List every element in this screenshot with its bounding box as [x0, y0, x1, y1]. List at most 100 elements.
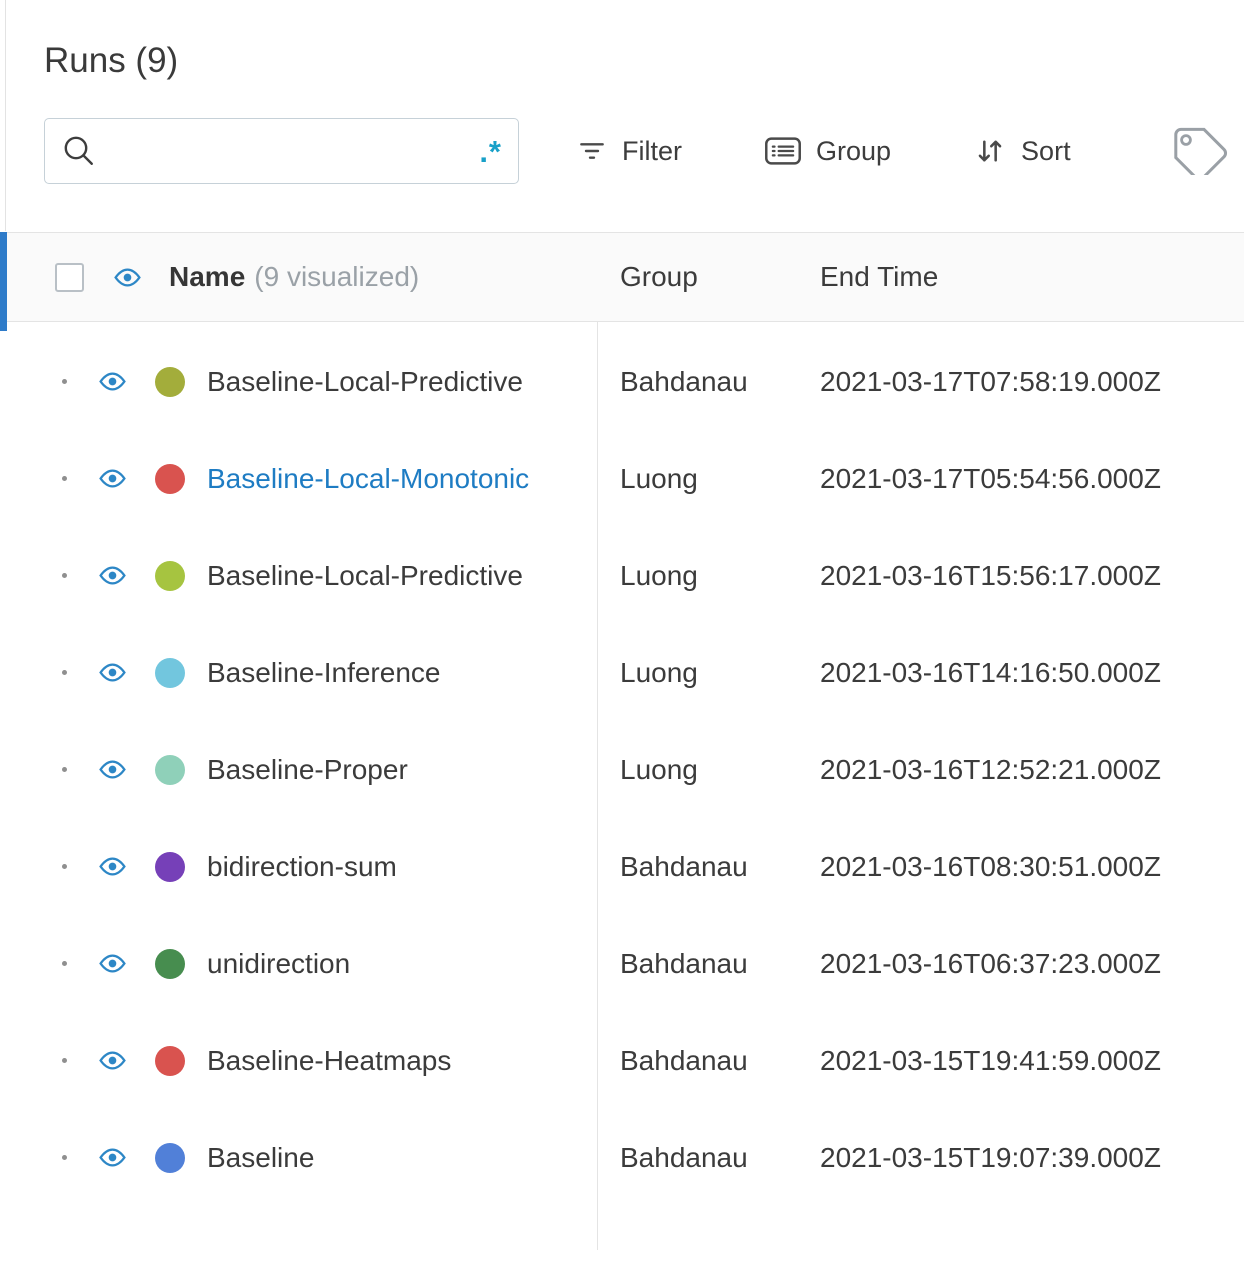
- drag-handle-dot[interactable]: [62, 1058, 67, 1063]
- run-color-dot: [155, 948, 185, 979]
- filter-button-label: Filter: [622, 135, 682, 166]
- run-group-cell: Bahdanau: [620, 850, 748, 882]
- group-button-label: Group: [816, 135, 892, 166]
- run-name-link[interactable]: bidirection-sum: [207, 851, 397, 883]
- run-name-cell: unidirection: [0, 915, 597, 1012]
- drag-handle-dot[interactable]: [62, 379, 67, 384]
- filter-button[interactable]: Filter: [576, 135, 682, 167]
- group-column-header[interactable]: Group: [597, 261, 795, 293]
- run-name-cell: Baseline-Inference: [0, 624, 597, 721]
- visibility-eye-icon[interactable]: [96, 950, 129, 977]
- run-end-time-cell: 2021-03-16T14:16:50.000Z: [820, 656, 1161, 688]
- run-name-link[interactable]: Baseline-Local-Monotonic: [207, 463, 529, 495]
- visibility-all-eye-icon[interactable]: [111, 264, 144, 291]
- run-group-cell: Bahdanau: [620, 947, 748, 979]
- group-list-icon: [764, 135, 802, 167]
- controls-row: .* Filter Group Sort: [44, 118, 1244, 184]
- run-name-link[interactable]: Baseline: [207, 1142, 314, 1174]
- run-end-time-cell: 2021-03-16T15:56:17.000Z: [820, 559, 1161, 591]
- table-row[interactable]: Baseline-Local-Monotonic Luong 2021-03-1…: [0, 430, 1244, 527]
- table-row[interactable]: Baseline-Proper Luong 2021-03-16T12:52:2…: [0, 721, 1244, 818]
- column-divider[interactable]: [597, 232, 598, 1250]
- filter-icon: [576, 135, 608, 167]
- run-color-dot: [155, 754, 185, 785]
- run-name-cell: Baseline-Local-Predictive: [0, 333, 597, 430]
- visibility-eye-icon[interactable]: [96, 562, 129, 589]
- sort-button-label: Sort: [1021, 135, 1071, 166]
- run-name-cell: Baseline-Local-Monotonic: [0, 430, 597, 527]
- table-row[interactable]: Baseline-Local-Predictive Bahdanau 2021-…: [0, 333, 1244, 430]
- run-color-dot: [155, 366, 185, 397]
- run-color-dot: [155, 1142, 185, 1173]
- visibility-eye-icon[interactable]: [96, 853, 129, 880]
- run-group-cell: Luong: [620, 559, 698, 591]
- run-end-time-cell: 2021-03-16T12:52:21.000Z: [820, 753, 1161, 785]
- run-end-time-cell: 2021-03-15T19:07:39.000Z: [820, 1141, 1161, 1173]
- run-color-dot: [155, 463, 185, 494]
- drag-handle-dot[interactable]: [62, 670, 67, 675]
- visibility-eye-icon[interactable]: [96, 465, 129, 492]
- visibility-eye-icon[interactable]: [96, 1047, 129, 1074]
- table-row[interactable]: Baseline-Inference Luong 2021-03-16T14:1…: [0, 624, 1244, 721]
- end-time-column-header[interactable]: End Time: [795, 261, 1244, 293]
- search-icon: [61, 133, 97, 169]
- panel-header: Runs (9) .* Filter Group Sort: [0, 0, 1244, 232]
- run-group-cell: Bahdanau: [620, 365, 748, 397]
- run-name-cell: Baseline-Local-Predictive: [0, 527, 597, 624]
- visualized-count-label: (9 visualized): [254, 261, 420, 292]
- run-name-cell: Baseline-Heatmaps: [0, 1012, 597, 1109]
- name-column-header: Name (9 visualized): [0, 261, 597, 293]
- regex-toggle-icon[interactable]: .*: [479, 136, 502, 167]
- left-border-line: [5, 0, 6, 231]
- run-color-dot: [155, 657, 185, 688]
- select-all-checkbox[interactable]: [55, 262, 84, 292]
- run-group-cell: Bahdanau: [620, 1044, 748, 1076]
- drag-handle-dot[interactable]: [62, 961, 67, 966]
- run-end-time-cell: 2021-03-17T05:54:56.000Z: [820, 462, 1161, 494]
- run-name-link[interactable]: unidirection: [207, 948, 350, 980]
- table-row[interactable]: Baseline Bahdanau 2021-03-15T19:07:39.00…: [0, 1109, 1244, 1206]
- drag-handle-dot[interactable]: [62, 864, 67, 869]
- run-name-link[interactable]: Baseline-Inference: [207, 657, 440, 689]
- drag-handle-dot[interactable]: [62, 573, 67, 578]
- name-header-label[interactable]: Name: [169, 261, 245, 293]
- drag-handle-dot[interactable]: [62, 476, 67, 481]
- table-row[interactable]: unidirection Bahdanau 2021-03-16T06:37:2…: [0, 915, 1244, 1012]
- visibility-eye-icon[interactable]: [96, 756, 129, 783]
- run-end-time-cell: 2021-03-16T06:37:23.000Z: [820, 947, 1161, 979]
- run-group-cell: Luong: [620, 656, 698, 688]
- drag-handle-dot[interactable]: [62, 1155, 67, 1160]
- run-color-dot: [155, 851, 185, 882]
- table-row[interactable]: Baseline-Local-Predictive Luong 2021-03-…: [0, 527, 1244, 624]
- visibility-eye-icon[interactable]: [96, 659, 129, 686]
- table-body: Baseline-Local-Predictive Bahdanau 2021-…: [0, 322, 1244, 1206]
- run-name-cell: bidirection-sum: [0, 818, 597, 915]
- visibility-eye-icon[interactable]: [96, 368, 129, 395]
- search-box[interactable]: .*: [44, 118, 519, 184]
- drag-handle-dot[interactable]: [62, 767, 67, 772]
- run-end-time-cell: 2021-03-15T19:41:59.000Z: [820, 1044, 1161, 1076]
- table-header: Name (9 visualized) Group End Time: [0, 232, 1244, 331]
- run-group-cell: Bahdanau: [620, 1141, 748, 1173]
- run-name-link[interactable]: Baseline-Heatmaps: [207, 1045, 451, 1077]
- run-group-cell: Luong: [620, 753, 698, 785]
- visibility-eye-icon[interactable]: [96, 1144, 129, 1171]
- run-color-dot: [155, 560, 185, 591]
- table-row[interactable]: bidirection-sum Bahdanau 2021-03-16T08:3…: [0, 818, 1244, 915]
- search-input[interactable]: [107, 135, 480, 167]
- run-group-cell: Luong: [620, 462, 698, 494]
- sort-arrows-icon: [973, 134, 1007, 168]
- tag-icon[interactable]: [1163, 127, 1229, 175]
- run-name-link[interactable]: Baseline-Local-Predictive: [207, 366, 523, 398]
- sort-button[interactable]: Sort: [973, 134, 1071, 168]
- run-name-link[interactable]: Baseline-Local-Predictive: [207, 560, 523, 592]
- selection-accent-strip: [0, 232, 7, 331]
- runs-table: Name (9 visualized) Group End Time Basel…: [0, 232, 1244, 1276]
- run-color-dot: [155, 1045, 185, 1076]
- group-button[interactable]: Group: [764, 135, 891, 167]
- run-name-link[interactable]: Baseline-Proper: [207, 754, 408, 786]
- table-row[interactable]: Baseline-Heatmaps Bahdanau 2021-03-15T19…: [0, 1012, 1244, 1109]
- run-name-cell: Baseline: [0, 1109, 597, 1206]
- run-name-cell: Baseline-Proper: [0, 721, 597, 818]
- page-title: Runs (9): [44, 41, 179, 80]
